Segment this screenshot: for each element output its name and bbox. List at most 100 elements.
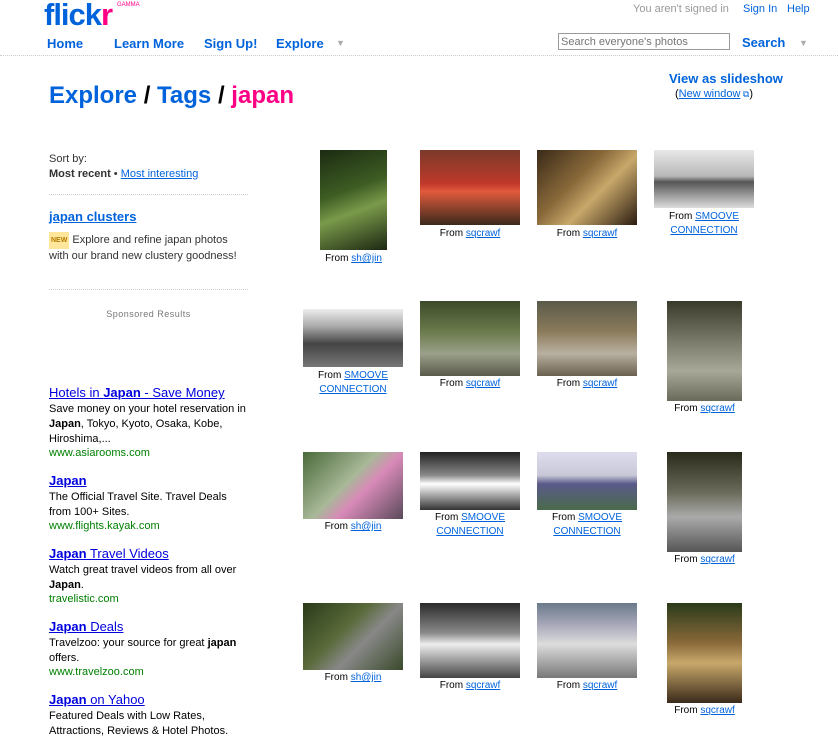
ad-url[interactable]: www.flights.kayak.com	[49, 520, 248, 532]
photo-thumbnail[interactable]	[420, 150, 520, 225]
photo-caption: From SMOOVE CONNECTION	[654, 210, 754, 238]
from-label: From	[439, 378, 466, 389]
photo-owner-link[interactable]: CONNECTION	[670, 225, 737, 236]
from-label: From	[324, 672, 351, 683]
ad-url[interactable]: www.travelzoo.com	[49, 666, 248, 678]
ad-url[interactable]: www.asiarooms.com	[49, 447, 248, 459]
photo-caption: From sh@jin	[303, 520, 403, 534]
from-label: From	[556, 228, 583, 239]
photo-owner-link[interactable]: sqcrawf	[466, 378, 500, 389]
from-label: From	[325, 253, 352, 264]
breadcrumb-tags[interactable]: Tags	[157, 82, 211, 109]
photo-thumbnail[interactable]	[320, 150, 387, 250]
from-label: From	[324, 521, 351, 532]
from-label: From	[434, 512, 462, 523]
flickr-logo[interactable]: flickr	[44, 0, 113, 32]
nav-explore[interactable]: Explore	[276, 36, 324, 51]
photo-thumbnail[interactable]	[537, 301, 637, 376]
photo-owner-link[interactable]: sqcrawf	[583, 378, 617, 389]
photo-owner-link[interactable]: sqcrawf	[466, 228, 500, 239]
japan-clusters-link[interactable]: japan clusters	[49, 209, 248, 224]
ad-item: Japan The Official Travel Site. Travel De…	[49, 472, 248, 532]
photo-owner-link[interactable]: CONNECTION	[436, 526, 503, 537]
new-badge: NEW	[49, 232, 70, 249]
ad-item: Japan Travel Videos Watch great travel vi…	[49, 545, 248, 605]
photo-caption: From sqcrawf	[655, 402, 755, 416]
sort-most-interesting-link[interactable]: Most interesting	[121, 168, 199, 180]
nav-learn-more[interactable]: Learn More	[114, 36, 184, 51]
photo-thumbnail[interactable]	[420, 301, 520, 376]
photo-owner-link[interactable]: SMOOVE	[695, 211, 739, 222]
new-window-line: (New window ⧉)	[675, 88, 753, 100]
view-slideshow-link[interactable]: View as slideshow	[669, 71, 783, 86]
new-window-link[interactable]: New window	[679, 88, 741, 100]
photo-thumbnail[interactable]	[537, 452, 637, 510]
sponsored-results-label: Sponsored Results	[106, 309, 191, 319]
search-input[interactable]	[558, 33, 730, 50]
photo-thumbnail[interactable]	[303, 452, 403, 519]
search-button[interactable]: Search	[742, 35, 785, 50]
ad-url[interactable]: travelistic.com	[49, 593, 248, 605]
ad-description: Travelzoo: your source for great japan o…	[49, 637, 237, 664]
from-label: From	[551, 512, 579, 523]
photo-owner-link[interactable]: sqcrawf	[700, 403, 734, 414]
photo-owner-link[interactable]: CONNECTION	[319, 384, 386, 395]
ad-title-link[interactable]: Hotels in Japan - Save Money	[49, 385, 225, 400]
page-title: Explore / Tags / japan	[49, 82, 294, 110]
photo-owner-link[interactable]: sqcrawf	[583, 228, 617, 239]
photo-owner-link[interactable]: sqcrawf	[700, 705, 734, 716]
ad-title-link[interactable]: Japan Deals	[49, 619, 123, 634]
photo-thumbnail[interactable]	[420, 603, 520, 678]
photo-owner-link[interactable]: sh@jin	[351, 672, 382, 683]
photo-caption: From sqcrawf	[420, 377, 520, 391]
ad-description: Save money on your hotel reservation in …	[49, 403, 246, 445]
from-label: From	[556, 680, 583, 691]
from-label: From	[674, 554, 701, 565]
ad-title-link[interactable]: Japan Travel Videos	[49, 546, 169, 561]
photo-owner-link[interactable]: SMOOVE	[461, 512, 505, 523]
sidebar-divider	[49, 289, 248, 290]
search-dropdown-icon[interactable]: ▼	[799, 38, 808, 48]
ad-description: Featured Deals with Low Rates, Attractio…	[49, 710, 229, 737]
photo-thumbnail[interactable]	[420, 452, 520, 510]
photo-owner-link[interactable]: sh@jin	[351, 521, 382, 532]
breadcrumb-explore[interactable]: Explore	[49, 82, 137, 109]
ad-item: Japan Deals Travelzoo: your source for gr…	[49, 618, 248, 678]
photo-caption: From sqcrawf	[655, 704, 755, 718]
photo-owner-link[interactable]: SMOOVE	[578, 512, 622, 523]
help-link[interactable]: Help	[787, 3, 810, 15]
explore-dropdown-icon[interactable]: ▼	[336, 38, 345, 48]
photo-thumbnail[interactable]	[654, 150, 754, 208]
signed-status: You aren't signed in	[633, 3, 729, 15]
photo-caption: From sh@jin	[304, 252, 404, 266]
photo-owner-link[interactable]: SMOOVE	[344, 370, 388, 381]
photo-owner-link[interactable]: sqcrawf	[700, 554, 734, 565]
photo-owner-link[interactable]: sh@jin	[351, 253, 382, 264]
sort-by-label: Sort by:	[49, 153, 87, 165]
from-label: From	[439, 228, 466, 239]
photo-thumbnail[interactable]	[303, 309, 403, 367]
nav-home[interactable]: Home	[47, 36, 83, 51]
ad-title-link[interactable]: Japan on Yahoo	[49, 692, 145, 707]
breadcrumb-sep: /	[137, 82, 158, 109]
ad-description: Watch great travel videos from all over …	[49, 564, 237, 591]
sort-most-recent: Most recent	[49, 168, 111, 180]
ad-title-link[interactable]: Japan	[49, 473, 87, 488]
photo-thumbnail[interactable]	[667, 301, 742, 401]
breadcrumb-sep: /	[211, 82, 232, 109]
sign-in-link[interactable]: Sign In	[743, 3, 777, 15]
ad-item: Japan on Yahoo Featured Deals with Low Ra…	[49, 691, 248, 739]
photo-thumbnail[interactable]	[667, 452, 742, 552]
logo-text: flick	[44, 0, 102, 32]
photo-owner-link[interactable]: sqcrawf	[583, 680, 617, 691]
photo-thumbnail[interactable]	[303, 603, 403, 670]
photo-caption: From SMOOVE CONNECTION	[537, 511, 637, 539]
photo-owner-link[interactable]: CONNECTION	[553, 526, 620, 537]
photo-owner-link[interactable]: sqcrawf	[466, 680, 500, 691]
photo-thumbnail[interactable]	[537, 150, 637, 225]
photo-thumbnail[interactable]	[537, 603, 637, 678]
photo-caption: From sqcrawf	[537, 377, 637, 391]
photo-thumbnail[interactable]	[667, 603, 742, 703]
photo-caption: From sqcrawf	[655, 553, 755, 567]
nav-sign-up[interactable]: Sign Up!	[204, 36, 257, 51]
